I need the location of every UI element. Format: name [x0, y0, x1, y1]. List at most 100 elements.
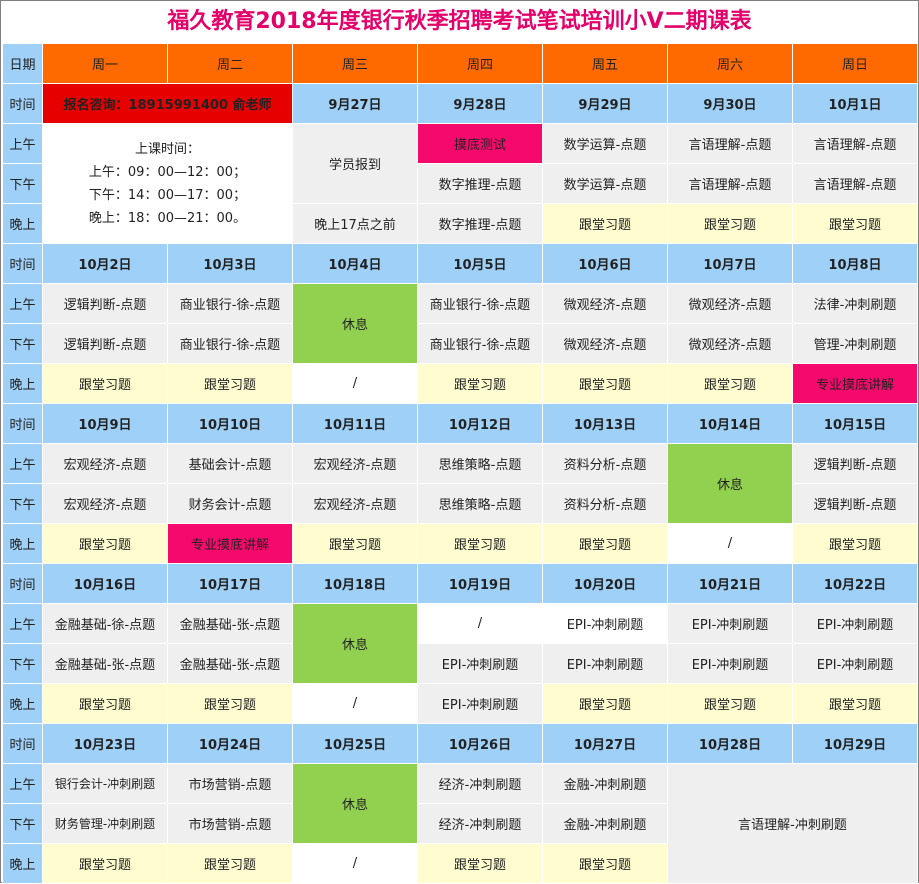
date-cell: 10月16日	[42, 563, 168, 604]
row-label-time: 时间	[2, 83, 43, 124]
schedule-cell: 商业银行-徐-点题	[417, 283, 543, 324]
row-label-eve: 晚上	[2, 683, 43, 724]
schedule-cell: 思维策略-点题	[417, 443, 543, 484]
final-review-cell: 言语理解-冲刺刷题	[667, 763, 918, 884]
row-label-eve: 晚上	[2, 203, 43, 244]
date-cell: 10月3日	[167, 243, 293, 284]
contact-info: 报名咨询：18915991400 俞老师	[42, 83, 293, 124]
schedule-cell: 跟堂习题	[542, 523, 668, 564]
schedule-cell: 跟堂习题	[42, 683, 168, 724]
date-cell: 9月28日	[417, 83, 543, 124]
schedule-cell: 经济-冲刺刷题	[417, 803, 543, 844]
date-cell: 10月9日	[42, 403, 168, 444]
date-cell: 9月29日	[542, 83, 668, 124]
schedule-cell: 逻辑判断-点题	[42, 283, 168, 324]
schedule-cell: 跟堂习题	[792, 523, 918, 564]
date-cell: 10月21日	[667, 563, 793, 604]
schedule-cell: 跟堂习题	[167, 843, 293, 884]
schedule-cell: 微观经济-点题	[542, 323, 668, 364]
schedule-cell: 思维策略-点题	[417, 483, 543, 524]
date-cell: 10月12日	[417, 403, 543, 444]
date-cell: 10月24日	[167, 723, 293, 764]
date-cell: 10月13日	[542, 403, 668, 444]
class-time-heading: 上课时间：	[134, 141, 200, 157]
date-cell: 10月18日	[292, 563, 418, 604]
schedule-cell: 跟堂习题	[792, 203, 918, 244]
week3-eve-row: 晚上 跟堂习题 专业摸底讲解 跟堂习题 跟堂习题 跟堂习题 / 跟堂习题	[2, 523, 918, 564]
date-cell: 10月14日	[667, 403, 793, 444]
date-cell: 10月28日	[667, 723, 793, 764]
schedule-cell: 跟堂习题	[667, 203, 793, 244]
schedule-cell: EPI-冲刺刷题	[417, 683, 543, 724]
date-cell: 10月8日	[792, 243, 918, 284]
schedule-cell: 逻辑判断-点题	[792, 443, 918, 484]
schedule-cell: 跟堂习题	[417, 843, 543, 884]
page-title: 福久教育2018年度银行秋季招聘考试笔试培训小V二期课表	[167, 9, 752, 34]
week4-am-row: 上午 金融基础-徐-点题 金融基础-张-点题 休息 / EPI-冲刺刷题 EPI…	[2, 603, 918, 684]
schedule-cell: /	[417, 603, 543, 644]
date-cell: 10月19日	[417, 563, 543, 604]
schedule-cell: 宏观经济-点题	[42, 443, 168, 484]
schedule-cell: 跟堂习题	[417, 523, 543, 564]
rest-cell: 休息	[667, 443, 793, 524]
class-time-info: 上课时间： 上午：09：00—12：00； 下午：14：00—17：00； 晚上…	[42, 123, 293, 244]
schedule-cell: 宏观经济-点题	[42, 483, 168, 524]
day-header-mon: 周一	[42, 43, 168, 84]
schedule-cell: 摸底测试	[417, 123, 543, 164]
schedule-cell: 跟堂习题	[42, 363, 168, 404]
row-label-pm: 下午	[2, 483, 43, 524]
date-cell: 10月7日	[667, 243, 793, 284]
schedule-cell: 跟堂习题	[542, 683, 668, 724]
schedule-cell: 基础会计-点题	[167, 443, 293, 484]
schedule-cell: 市场营销-点题	[167, 803, 293, 844]
schedule-cell: EPI-冲刺刷题	[417, 643, 543, 684]
schedule-cell: 数字推理-点题	[417, 163, 543, 204]
week4-eve-row: 晚上 跟堂习题 跟堂习题 / EPI-冲刺刷题 跟堂习题 跟堂习题 跟堂习题	[2, 683, 918, 724]
date-cell: 10月1日	[792, 83, 918, 124]
date-cell: 10月20日	[542, 563, 668, 604]
class-time-afternoon: 下午：14：00—17：00；	[88, 187, 247, 203]
date-cell: 10月22日	[792, 563, 918, 604]
schedule-cell: EPI-冲刺刷题	[792, 603, 918, 644]
week2-date-row: 时间 10月2日 10月3日 10月4日 10月5日 10月6日 10月7日 1…	[2, 243, 918, 284]
date-cell: 10月23日	[42, 723, 168, 764]
row-label-time: 时间	[2, 403, 43, 444]
row-label-am: 上午	[2, 443, 43, 484]
schedule-cell: 数学运算-点题	[542, 163, 668, 204]
week5-date-row: 时间 10月23日 10月24日 10月25日 10月26日 10月27日 10…	[2, 723, 918, 764]
row-label-time: 时间	[2, 723, 43, 764]
date-cell: 10月4日	[292, 243, 418, 284]
schedule-cell: 跟堂习题	[667, 363, 793, 404]
schedule-cell: 金融-冲刺刷题	[542, 763, 668, 804]
week3-date-row: 时间 10月9日 10月10日 10月11日 10月12日 10月13日 10月…	[2, 403, 918, 444]
schedule-cell: 管理-冲刺刷题	[792, 323, 918, 364]
schedule-cell: 微观经济-点题	[667, 323, 793, 364]
date-cell: 9月30日	[667, 83, 793, 124]
checkin-cell: 学员报到	[292, 123, 418, 204]
schedule-cell: 银行会计-冲刺刷题	[42, 763, 168, 804]
rest-cell: 休息	[292, 283, 418, 364]
schedule-cell: 言语理解-点题	[792, 123, 918, 164]
row-label-date: 日期	[2, 43, 43, 84]
schedule-cell: 跟堂习题	[292, 523, 418, 564]
schedule-cell: 跟堂习题	[167, 683, 293, 724]
schedule-cell: 商业银行-徐-点题	[167, 283, 293, 324]
schedule-cell: 资料分析-点题	[542, 483, 668, 524]
schedule-cell: EPI-冲刺刷题	[667, 603, 793, 644]
rest-cell: 休息	[292, 763, 418, 844]
schedule-cell: 市场营销-点题	[167, 763, 293, 804]
schedule-cell: 言语理解-点题	[667, 123, 793, 164]
week5-am-row: 上午 银行会计-冲刺刷题 市场营销-点题 休息 经济-冲刺刷题 金融-冲刺刷题 …	[2, 763, 918, 884]
row-label-time: 时间	[2, 563, 43, 604]
day-header-row: 日期 周一 周二 周三 周四 周五 周六 周日	[2, 43, 918, 84]
schedule-cell: /	[667, 523, 793, 564]
date-cell: 9月27日	[292, 83, 418, 124]
class-time-evening: 晚上：18：00—21：00。	[88, 210, 247, 226]
row-label-pm: 下午	[2, 323, 43, 364]
date-cell: 10月17日	[167, 563, 293, 604]
schedule-cell: 跟堂习题	[667, 683, 793, 724]
row-label-pm: 下午	[2, 163, 43, 204]
week2-eve-row: 晚上 跟堂习题 跟堂习题 / 跟堂习题 跟堂习题 跟堂习题 专业摸底讲解	[2, 363, 918, 404]
date-cell: 10月11日	[292, 403, 418, 444]
row-label-am: 上午	[2, 123, 43, 164]
